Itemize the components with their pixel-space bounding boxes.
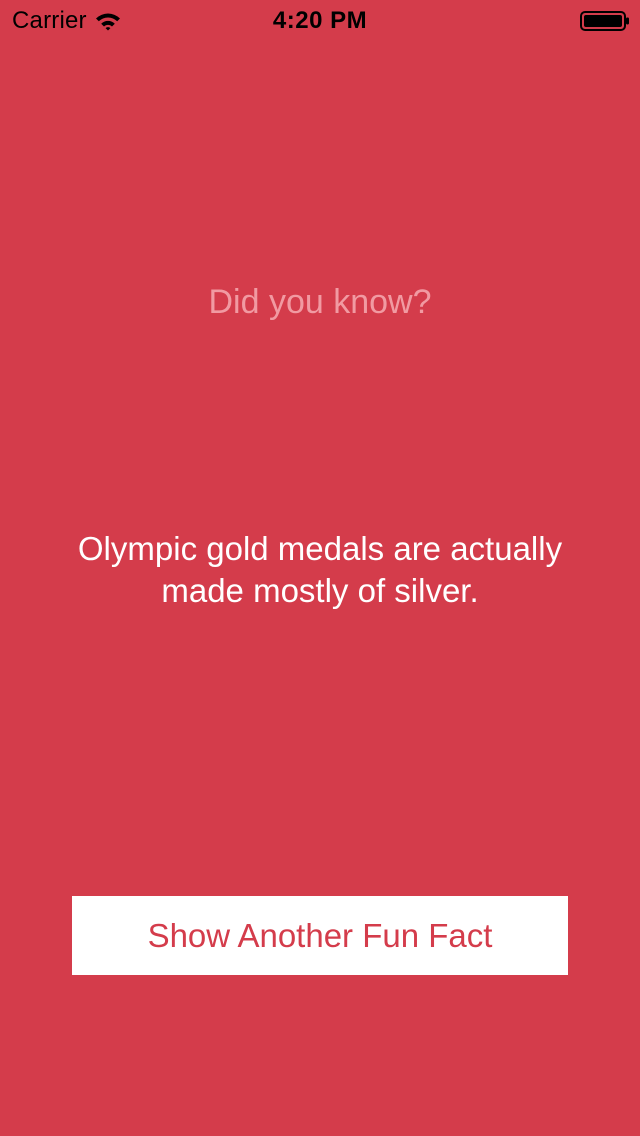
app-screen: Carrier 4:20 PM Did you know? Olympic go…	[0, 0, 640, 1136]
fun-fact-text: Olympic gold medals are actually made mo…	[77, 530, 563, 609]
status-bar: Carrier 4:20 PM	[0, 0, 640, 40]
show-another-fun-fact-button[interactable]: Show Another Fun Fact	[72, 896, 568, 975]
did-you-know-heading: Did you know?	[208, 283, 432, 321]
status-time: 4:20 PM	[272, 7, 368, 34]
battery-icon	[580, 11, 629, 31]
